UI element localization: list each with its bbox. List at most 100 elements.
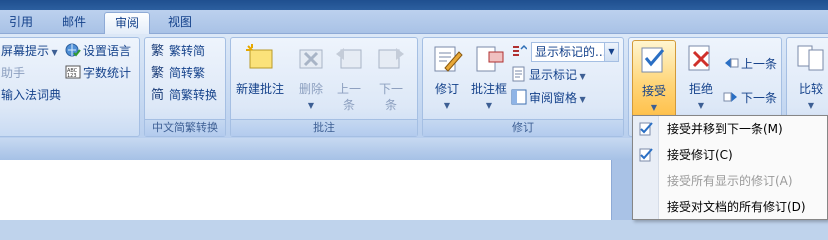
reviewing-pane-label: 审阅窗格	[529, 91, 578, 105]
next-change-label: 下一条	[741, 91, 778, 105]
compare-label: 比较	[798, 82, 823, 96]
dropdown-arrow-icon: ▼	[307, 101, 315, 110]
chevron-down-icon: ▼	[604, 43, 618, 61]
reject-icon	[688, 45, 710, 71]
screen-tip-label: 屏幕提示	[1, 44, 50, 58]
accept-button[interactable]: 接受 ▼	[632, 40, 676, 118]
svg-text:123: 123	[67, 73, 77, 79]
conversion-icon: 简	[151, 87, 164, 102]
dropdown-arrow-icon: ▼	[443, 101, 451, 110]
display-for-review-combo[interactable]: 显示标记的... ▼	[531, 42, 619, 62]
word-count-icon: ABC123	[65, 65, 81, 79]
chinese-conversion-group-label: 中文简繁转换	[145, 119, 225, 136]
tab-view[interactable]: 视图	[156, 12, 204, 34]
accept-all-changes-in-document-item[interactable]: 接受对文档的所有修订(D)	[633, 196, 827, 218]
track-changes-button[interactable]: 修订 ▼	[425, 42, 469, 111]
dropdown-arrow-icon: ▼	[697, 101, 705, 110]
convert-button[interactable]: 简简繁转换	[151, 85, 217, 105]
svg-text:繁: 繁	[151, 65, 164, 80]
dropdown-arrow-icon: ▼	[650, 103, 658, 112]
to-traditional-label: 繁转简	[169, 44, 206, 58]
show-markup-button[interactable]: 显示标记 ▼	[511, 65, 586, 85]
screen-tip-button[interactable]: 屏幕提示 ▼	[1, 41, 58, 61]
next-comment-button[interactable]: 下一 条	[369, 42, 413, 113]
reject-button[interactable]: 拒绝 ▼	[679, 42, 723, 111]
show-markup-icon	[512, 66, 525, 82]
previous-change-label: 上一条	[741, 57, 778, 71]
to-simplified-button[interactable]: 繁简转繁	[151, 63, 205, 83]
convert-label: 简繁转换	[169, 88, 218, 102]
new-comment-icon	[246, 44, 273, 69]
accept-label: 接受	[641, 84, 666, 98]
ime-dictionary-button[interactable]: 输入法词典	[1, 85, 61, 105]
markup-display-button[interactable]	[511, 42, 529, 62]
display-for-review-value: 显示标记的...	[535, 45, 607, 59]
comments-group: 新建批注 删除 ▼ 上一 条 下一 条 批注	[230, 37, 418, 137]
svg-text:简: 简	[151, 87, 164, 102]
compare-button[interactable]: 比较 ▼	[789, 42, 828, 111]
set-language-button[interactable]: 设置语言	[65, 41, 131, 61]
accept-and-move-next-item[interactable]: 接受并移到下一条(M)	[633, 118, 827, 140]
dropdown-arrow-icon: ▼	[577, 72, 586, 81]
word-count-button[interactable]: ABC 123 字数统计	[65, 63, 131, 83]
document-page[interactable]	[0, 160, 612, 220]
previous-comment-button[interactable]: 上一 条	[327, 42, 371, 113]
dropdown-arrow-icon: ▼	[485, 101, 493, 110]
dropdown-arrow-icon: ▼	[807, 101, 815, 110]
reviewing-pane-icon	[511, 89, 527, 105]
compare-documents-icon	[797, 45, 824, 71]
previous-comment-label-line2: 条	[342, 98, 355, 112]
assistant-button[interactable]: 助手	[1, 63, 25, 83]
next-comment-icon	[378, 48, 404, 69]
comments-group-label: 批注	[231, 119, 417, 136]
accept-and-move-icon	[639, 122, 653, 136]
balloons-button[interactable]: 批注框 ▼	[467, 42, 511, 111]
dropdown-arrow-icon: ▼	[49, 48, 58, 57]
title-bar	[0, 0, 828, 10]
accept-change-label: 接受修订(C)	[667, 148, 733, 162]
to-traditional-button[interactable]: 繁繁转简	[151, 41, 205, 61]
accept-and-move-next-label: 接受并移到下一条(M)	[667, 122, 783, 136]
accept-all-shown-changes-item[interactable]: 接受所有显示的修订(A)	[633, 170, 827, 192]
accept-dropdown-menu: 接受并移到下一条(M) 接受修订(C) 接受所有显示的修订(A) 接受对文档的所…	[632, 115, 828, 220]
tab-review[interactable]: 审阅	[104, 12, 150, 35]
previous-comment-label-line1: 上一	[336, 82, 361, 96]
ime-dictionary-label: 输入法词典	[1, 88, 62, 102]
word-count-label: 字数统计	[83, 66, 132, 80]
tab-references[interactable]: 引用	[0, 12, 42, 34]
track-changes-label: 修订	[434, 82, 459, 96]
balloons-icon	[476, 46, 504, 72]
tracking-group-label: 修订	[423, 119, 623, 136]
next-comment-label-line2: 条	[384, 98, 397, 112]
next-change-icon	[723, 92, 737, 102]
delete-comment-icon	[299, 49, 323, 69]
ribbon-tab-strip: 引用 邮件 审阅 视图	[0, 10, 828, 35]
assistant-label: 助手	[1, 66, 26, 80]
tab-mailings[interactable]: 邮件	[50, 12, 98, 34]
previous-change-icon	[725, 58, 739, 68]
accept-change-item[interactable]: 接受修订(C)	[633, 144, 827, 166]
reviewing-pane-button[interactable]: 审阅窗格 ▼	[511, 88, 586, 108]
next-comment-label-line1: 下一	[378, 82, 403, 96]
markup-display-icon	[513, 44, 527, 56]
new-comment-button[interactable]: 新建批注	[233, 42, 287, 97]
next-change-button[interactable]: 下一条	[723, 88, 777, 108]
balloons-label: 批注框	[470, 82, 507, 96]
simplified-to-traditional-icon: 繁	[151, 65, 164, 80]
svg-text:繁: 繁	[151, 43, 164, 58]
accept-all-shown-changes-label: 接受所有显示的修订(A)	[667, 174, 793, 188]
dropdown-arrow-icon: ▼	[577, 95, 586, 104]
previous-change-button[interactable]: 上一条	[723, 54, 777, 74]
traditional-to-simplified-icon: 繁	[151, 43, 164, 58]
track-changes-icon	[434, 46, 463, 72]
new-comment-label: 新建批注	[235, 82, 284, 96]
proofing-group: 屏幕提示 ▼ 设置语言 助手 ABC 123 字数统计 输入法词典	[0, 37, 140, 137]
chinese-conversion-group: 繁繁转简 繁简转繁 简简繁转换 中文简繁转换	[144, 37, 226, 137]
set-language-label: 设置语言	[83, 44, 132, 58]
accept-all-changes-label: 接受对文档的所有修订(D)	[667, 200, 806, 214]
previous-comment-icon	[336, 48, 362, 69]
globe-check-icon	[65, 43, 81, 57]
reject-label: 拒绝	[688, 82, 713, 96]
accept-icon	[641, 47, 665, 73]
accept-change-icon	[639, 148, 653, 162]
